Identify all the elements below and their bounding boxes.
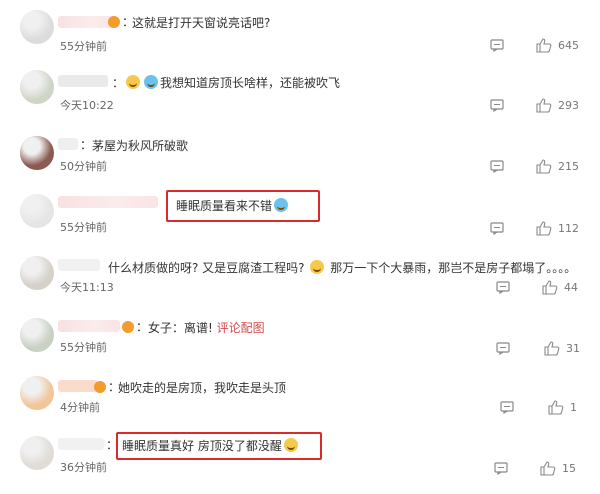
comment-icon[interactable] (496, 281, 510, 294)
like-count: 215 (558, 160, 579, 173)
like-count: 293 (558, 99, 579, 112)
comment-time: 4分钟前 (60, 401, 100, 414)
comment-item: ： 她吹走的是房顶，我吹走是头顶 4分钟前 1 (0, 372, 600, 434)
like-button[interactable]: 31 (544, 341, 580, 356)
comment-text: 我想知道房顶长啥样，还能被吹飞 (124, 74, 340, 91)
comment-item: ： 我想知道房顶长啥样，还能被吹飞 今天10:22 293 (0, 66, 600, 128)
like-button[interactable]: 112 (536, 221, 579, 236)
comment-list: ： 这就是打开天窗说亮话吧? 55分钟前 645 ： 我想知道房顶长啥样，还能被… (0, 0, 600, 494)
vip-badge: ： (108, 13, 134, 30)
avatar[interactable] (20, 70, 54, 104)
comment-item: ： 女子：离谱! 评论配图 55分钟前 31 (0, 312, 600, 374)
comment-item: ： 茅屋为秋风所破歌 50分钟前 215 (0, 126, 600, 188)
like-count: 1 (570, 401, 577, 414)
comment-item: ： 睡眠质量真好 房顶没了都没醒 36分钟前 15 (0, 430, 600, 492)
comment-image-link[interactable]: 评论配图 (217, 321, 265, 335)
comment-item: ： 这就是打开天窗说亮话吧? 55分钟前 645 (0, 6, 600, 68)
avatar[interactable] (20, 136, 54, 170)
comment-icon[interactable] (494, 462, 508, 475)
username-blurred[interactable] (58, 438, 104, 450)
comment-item: 什么材质做的呀? 又是豆腐渣工程吗? 那万一下个大暴雨，那岂不是房子都塌了。。。… (0, 250, 600, 312)
avatar[interactable] (20, 318, 54, 352)
comment-time: 55分钟前 (60, 221, 107, 234)
avatar[interactable] (20, 376, 54, 410)
laughing-emoji-icon (274, 198, 289, 212)
comment-text: 这就是打开天窗说亮话吧? (132, 16, 271, 30)
avatar[interactable] (20, 256, 54, 290)
comment-text: 睡眠质量看来不错 (176, 197, 290, 214)
vip-badge: ： (122, 318, 148, 335)
comment-time: 36分钟前 (60, 461, 107, 474)
like-button[interactable]: 15 (540, 461, 576, 476)
vip-badge: ： (94, 378, 120, 395)
smirk-emoji-icon (310, 260, 325, 274)
comment-time: 50分钟前 (60, 160, 107, 173)
avatar[interactable] (20, 436, 54, 470)
username-blurred[interactable] (58, 196, 158, 208)
username-blurred[interactable] (58, 320, 120, 332)
like-count: 15 (562, 462, 576, 475)
comment-icon[interactable] (490, 160, 504, 173)
comment-time: 55分钟前 (60, 341, 107, 354)
laughing-emoji-icon (144, 75, 158, 89)
comment-text: 茅屋为秋风所破歌 (92, 139, 189, 153)
username-blurred[interactable] (58, 138, 78, 150)
comment-time: 今天10:22 (60, 99, 114, 112)
avatar[interactable] (20, 194, 54, 228)
like-button[interactable]: 1 (548, 400, 577, 415)
username-blurred[interactable] (58, 259, 100, 271)
comment-time: 今天11:13 (60, 281, 114, 294)
like-button[interactable]: 293 (536, 98, 579, 113)
comment-icon[interactable] (490, 222, 504, 235)
thumbs-up-icon (544, 341, 560, 356)
laughing-emoji-icon (283, 438, 298, 452)
comment-text: 女子：离谱! 评论配图 (148, 321, 265, 335)
thumbs-up-icon (540, 461, 556, 476)
username-blurred[interactable] (58, 380, 98, 392)
comment-icon[interactable] (496, 342, 510, 355)
comment-item: 睡眠质量看来不错 55分钟前 112 (0, 188, 600, 250)
thumbs-up-icon (536, 221, 552, 236)
thumbs-up-icon (548, 400, 564, 415)
comment-icon[interactable] (490, 39, 504, 52)
thumbs-up-icon (536, 98, 552, 113)
comment-icon[interactable] (500, 401, 514, 414)
thumbs-up-icon (536, 38, 552, 53)
like-count: 645 (558, 39, 579, 52)
like-count: 44 (564, 281, 578, 294)
comment-text: 睡眠质量真好 房顶没了都没醒 (122, 437, 300, 454)
username-blurred[interactable] (58, 75, 108, 87)
comment-text: 什么材质做的呀? 又是豆腐渣工程吗? 那万一下个大暴雨，那岂不是房子都塌了。。。… (108, 260, 577, 275)
like-button[interactable]: 645 (536, 38, 579, 53)
thumbs-up-icon (536, 159, 552, 174)
comment-text: 她吹走的是房顶，我吹走是头顶 (118, 381, 287, 395)
comment-icon[interactable] (490, 99, 504, 112)
laughing-emoji-icon (126, 75, 140, 89)
like-button[interactable]: 44 (542, 280, 578, 295)
like-count: 112 (558, 222, 579, 235)
like-count: 31 (566, 342, 580, 355)
like-button[interactable]: 215 (536, 159, 579, 174)
thumbs-up-icon (542, 280, 558, 295)
avatar[interactable] (20, 10, 54, 44)
comment-time: 55分钟前 (60, 40, 107, 53)
